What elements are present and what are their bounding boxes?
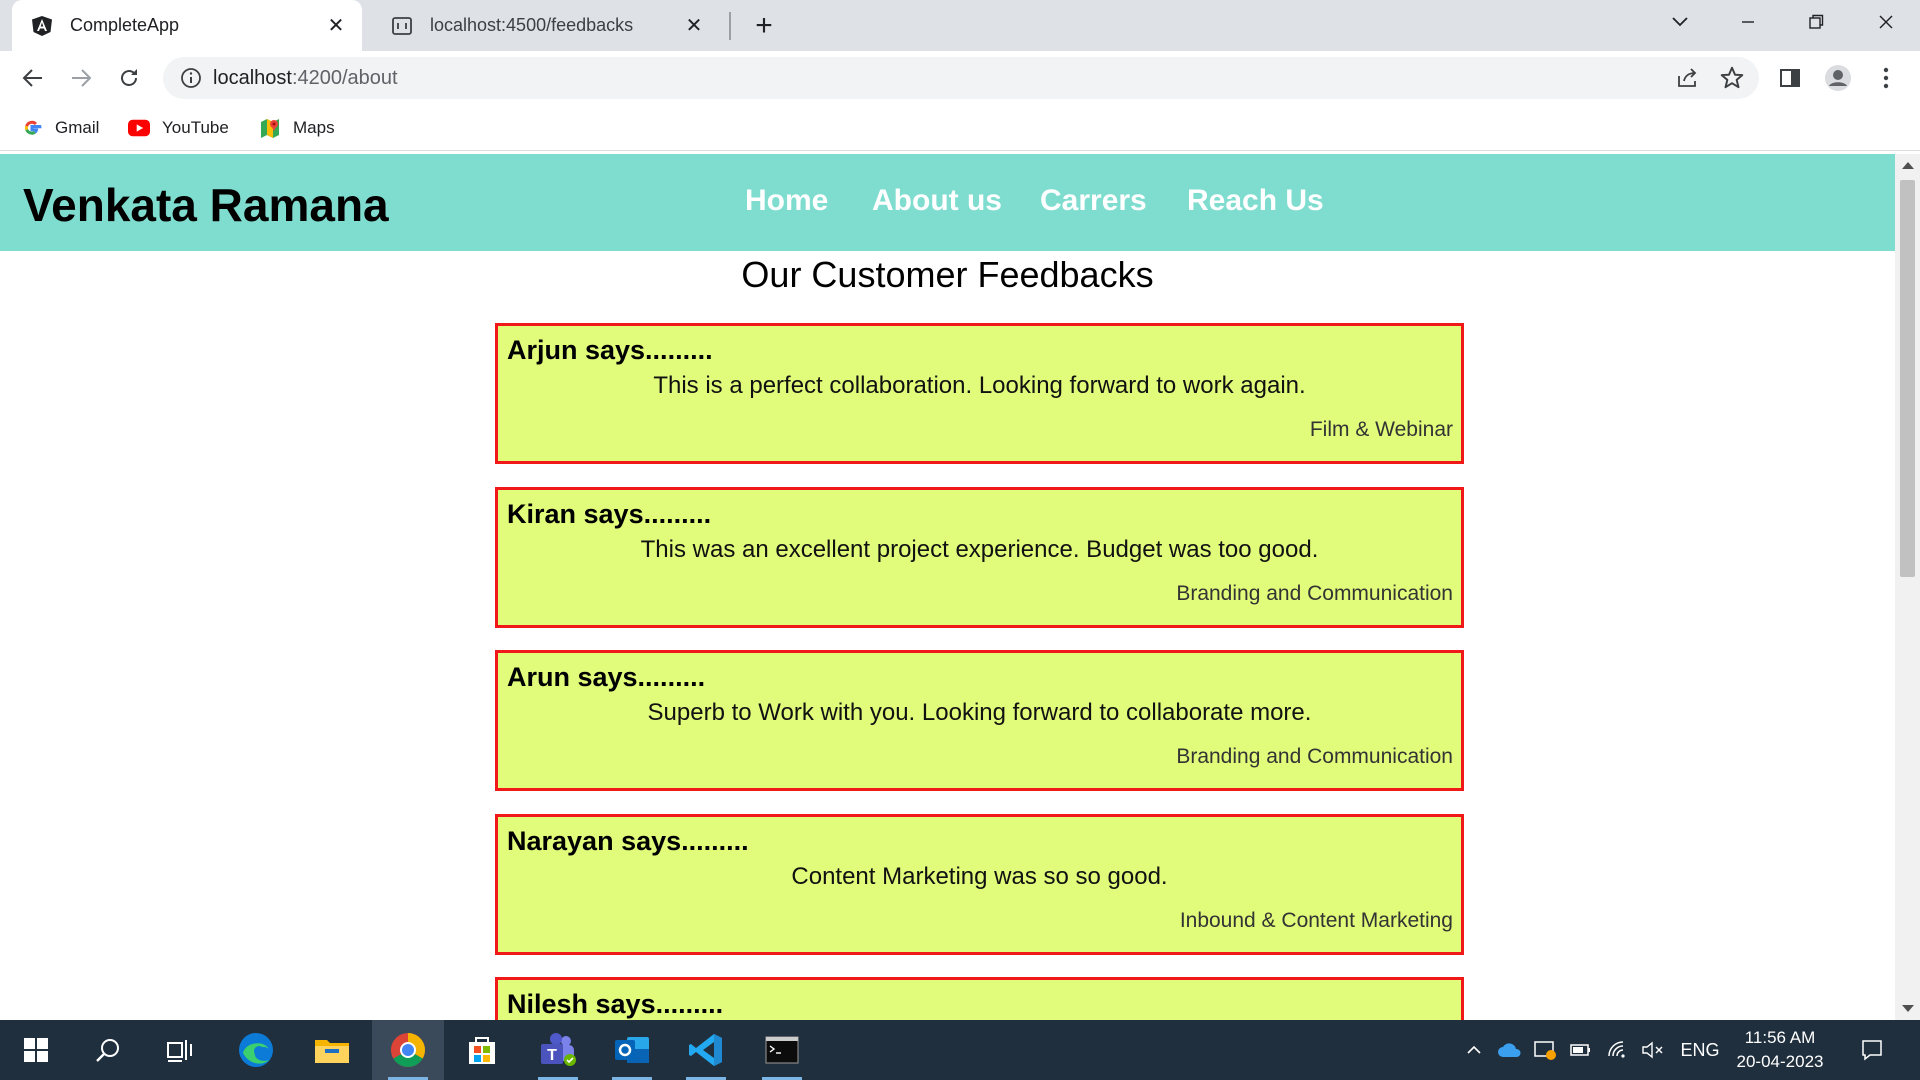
feedback-message: Content Marketing was so so good. — [791, 863, 1168, 890]
battery-icon[interactable] — [1566, 1020, 1596, 1080]
tab-completeapp[interactable]: CompleteApp ✕ — [12, 0, 362, 51]
feedback-category: Film & Webinar — [1309, 418, 1453, 441]
feedback-card: Nilesh says......... — [495, 977, 1464, 1020]
language-indicator[interactable]: ENG — [1674, 1020, 1726, 1080]
volume-muted-icon[interactable] — [1638, 1020, 1668, 1080]
tab-search-icon[interactable] — [1652, 0, 1708, 44]
feedback-card: Narayan says......... Content Marketing … — [495, 814, 1464, 955]
reload-icon[interactable] — [112, 61, 146, 95]
nav-about-us[interactable]: About us — [872, 184, 1002, 218]
back-icon[interactable] — [16, 61, 50, 95]
clock-date: 20-04-2023 — [1736, 1052, 1824, 1071]
forward-icon[interactable] — [64, 61, 98, 95]
page-scrollbar[interactable] — [1895, 154, 1920, 1020]
new-tab-button[interactable]: + — [748, 9, 780, 42]
page-viewport: Venkata Ramana Home About us Carrers Rea… — [0, 154, 1895, 1020]
notifications-icon[interactable] — [1850, 1020, 1894, 1080]
bookmark-label: Maps — [293, 118, 335, 137]
url-text: localhost:4200/about — [213, 67, 398, 90]
site-navbar: Venkata Ramana Home About us Carrers Rea… — [0, 154, 1895, 251]
wifi-icon[interactable] — [1604, 1020, 1634, 1080]
side-panel-icon[interactable] — [1773, 61, 1807, 95]
chrome-icon[interactable] — [372, 1020, 444, 1080]
scroll-down-arrow-icon[interactable] — [1902, 1005, 1914, 1012]
outlook-icon[interactable] — [596, 1020, 668, 1080]
share-icon[interactable] — [1675, 66, 1699, 90]
close-tab-icon[interactable]: ✕ — [680, 12, 708, 40]
feedback-message: Superb to Work with you. Looking forward… — [647, 699, 1312, 726]
clock-time: 11:56 AM — [1744, 1028, 1816, 1047]
start-button[interactable] — [0, 1020, 72, 1080]
feedback-author: Narayan says......... — [507, 826, 749, 856]
windows-taskbar: T ENG 11:56 AM 20-04-2023 — [0, 1020, 1920, 1080]
feedback-card: Arun says......... Superb to Work with y… — [495, 650, 1464, 791]
nav-reach-us[interactable]: Reach Us — [1187, 184, 1324, 218]
profile-avatar[interactable] — [1821, 61, 1855, 95]
tab-separator — [729, 12, 731, 40]
feedback-card: Kiran says......... This was an excellen… — [495, 487, 1464, 628]
url-host: localhost — [213, 67, 292, 89]
tab-title: localhost:4500/feedbacks — [430, 15, 634, 35]
vscode-icon[interactable] — [670, 1020, 742, 1080]
microsoft-store-icon[interactable] — [446, 1020, 518, 1080]
site-info-icon[interactable] — [179, 66, 203, 90]
tab-title: CompleteApp — [70, 15, 180, 35]
tab-strip: CompleteApp ✕ localhost:4500/feedbacks ✕… — [0, 0, 1920, 51]
bookmark-label: Gmail — [55, 118, 100, 137]
tab-feedbacks[interactable]: localhost:4500/feedbacks ✕ — [372, 0, 720, 51]
feedback-card: Arjun says......... This is a perfect co… — [495, 323, 1464, 464]
feedback-category: Inbound & Content Marketing — [1179, 909, 1453, 932]
teams-icon[interactable]: T — [522, 1020, 594, 1080]
maps-icon — [259, 117, 281, 139]
bookmark-maps[interactable]: Maps — [259, 115, 335, 141]
close-window-icon[interactable] — [1858, 0, 1914, 44]
feedback-author: Arun says......... — [507, 662, 706, 692]
restore-icon[interactable] — [1788, 0, 1844, 44]
tray-overflow-chevron-icon[interactable] — [1460, 1020, 1488, 1080]
feedback-message: This was an excellent project experience… — [640, 536, 1319, 563]
close-tab-icon[interactable]: ✕ — [322, 12, 350, 40]
google-icon — [21, 117, 43, 139]
search-icon[interactable] — [72, 1020, 144, 1080]
bookmark-star-icon[interactable] — [1719, 65, 1745, 91]
angular-icon — [30, 14, 54, 38]
nav-carrers[interactable]: Carrers — [1040, 184, 1147, 218]
site-brand[interactable]: Venkata Ramana — [23, 178, 389, 232]
scroll-up-arrow-icon[interactable] — [1902, 162, 1914, 169]
task-view-icon[interactable] — [144, 1020, 216, 1080]
browser-toolbar: localhost:4200/about — [0, 51, 1920, 105]
bookmark-youtube[interactable]: YouTube — [128, 115, 229, 141]
file-explorer-icon[interactable] — [296, 1020, 368, 1080]
security-update-icon[interactable] — [1530, 1020, 1560, 1080]
onedrive-icon[interactable] — [1494, 1020, 1526, 1080]
feedback-author: Kiran says......... — [507, 499, 712, 529]
nav-home[interactable]: Home — [745, 184, 828, 218]
feedback-category: Branding and Communication — [1176, 582, 1453, 605]
url-path: :4200/about — [291, 67, 398, 89]
edge-icon[interactable] — [220, 1020, 292, 1080]
menu-kebab-icon[interactable] — [1869, 61, 1903, 95]
svg-text:T: T — [547, 1047, 557, 1064]
address-bar[interactable]: localhost:4200/about — [163, 57, 1759, 99]
bookmarks-bar: Gmail YouTube Maps — [0, 105, 1920, 151]
scrollbar-thumb[interactable] — [1900, 180, 1915, 577]
minimize-icon[interactable] — [1720, 0, 1776, 44]
page-icon — [390, 14, 414, 38]
feedback-author: Arjun says......... — [507, 335, 713, 365]
youtube-icon — [128, 117, 150, 139]
bookmark-gmail[interactable]: Gmail — [21, 115, 99, 141]
bookmark-label: YouTube — [162, 118, 229, 137]
terminal-icon[interactable] — [746, 1020, 818, 1080]
page-title: Our Customer Feedbacks — [741, 254, 1154, 295]
feedback-author: Nilesh says......... — [507, 989, 724, 1019]
feedback-category: Branding and Communication — [1176, 745, 1453, 768]
taskbar-clock[interactable]: 11:56 AM 20-04-2023 — [1730, 1026, 1830, 1074]
feedback-message: This is a perfect collaboration. Looking… — [653, 372, 1306, 399]
